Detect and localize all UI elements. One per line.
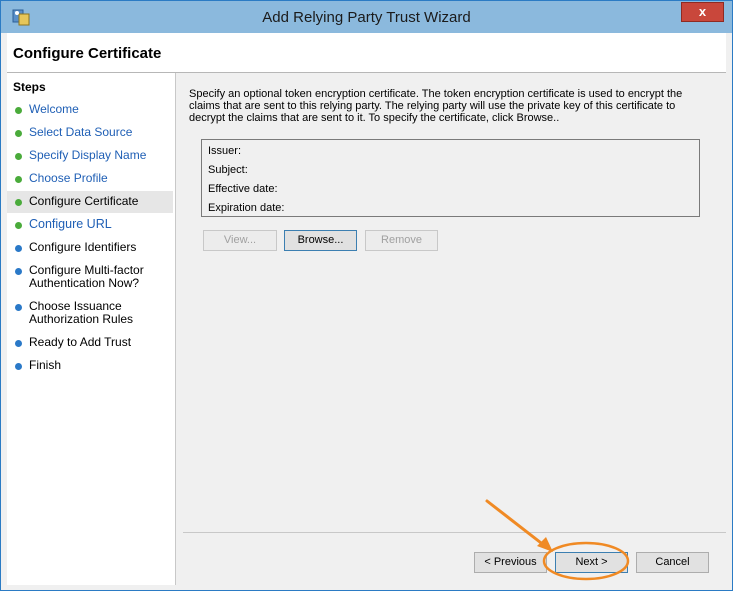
- pending-status-icon: [15, 268, 22, 275]
- pending-status-icon: [15, 304, 22, 311]
- step-label: Select Data Source: [29, 125, 133, 139]
- title-bar: Add Relying Party Trust Wizard x: [1, 1, 732, 33]
- step-label: Choose Issuance Authorization Rules: [29, 299, 134, 326]
- close-button[interactable]: x: [681, 2, 724, 22]
- close-icon: x: [698, 4, 707, 19]
- step-specify-display-name[interactable]: Specify Display Name: [7, 145, 173, 167]
- step-welcome[interactable]: Welcome: [7, 99, 173, 121]
- footer-divider: [183, 532, 726, 533]
- certificate-info-box: Issuer: Subject: Effective date: Expirat…: [201, 139, 700, 217]
- steps-heading: Steps: [13, 80, 46, 94]
- description-text: Specify an optional token encryption cer…: [189, 88, 683, 124]
- cancel-button[interactable]: Cancel: [636, 552, 709, 573]
- step-configure-mfa: Configure Multi-factor Authentication No…: [7, 260, 173, 296]
- previous-button[interactable]: < Previous: [474, 552, 547, 573]
- complete-status-icon: [15, 130, 22, 137]
- current-status-icon: [15, 199, 22, 206]
- step-label: Finish: [29, 358, 62, 372]
- expiration-date-label: Expiration date:: [208, 202, 285, 214]
- pending-status-icon: [15, 363, 22, 370]
- step-finish: Finish: [7, 355, 173, 377]
- complete-status-icon: [15, 153, 22, 160]
- step-label: Ready to Add Trust: [29, 335, 132, 349]
- step-configure-certificate: Configure Certificate: [7, 191, 173, 213]
- step-label: Welcome: [29, 102, 79, 116]
- step-label: Configure Certificate: [29, 194, 139, 208]
- step-label: Configure URL: [29, 217, 112, 231]
- steps-panel: Steps Welcome Select Data Source Specify…: [7, 73, 176, 585]
- page-title: Configure Certificate: [13, 45, 162, 62]
- issuer-label: Issuer:: [208, 145, 242, 157]
- next-button[interactable]: Next >: [555, 552, 628, 573]
- step-configure-url[interactable]: Configure URL: [7, 214, 173, 236]
- complete-status-icon: [15, 222, 22, 229]
- step-choose-profile[interactable]: Choose Profile: [7, 168, 173, 190]
- pending-status-icon: [15, 340, 22, 347]
- page-header: Configure Certificate: [7, 33, 726, 73]
- step-label: Specify Display Name: [29, 148, 147, 162]
- step-label: Configure Identifiers: [29, 240, 137, 254]
- step-select-data-source[interactable]: Select Data Source: [7, 122, 173, 144]
- complete-status-icon: [15, 176, 22, 183]
- view-button[interactable]: View...: [203, 230, 277, 251]
- window-title: Add Relying Party Trust Wizard: [262, 9, 471, 26]
- step-ready-to-add-trust: Ready to Add Trust: [7, 332, 173, 354]
- step-configure-identifiers: Configure Identifiers: [7, 237, 173, 259]
- effective-date-label: Effective date:: [208, 183, 278, 195]
- pending-status-icon: [15, 245, 22, 252]
- step-choose-issuance-rules: Choose Issuance Authorization Rules: [7, 296, 173, 332]
- remove-button[interactable]: Remove: [365, 230, 438, 251]
- step-label: Choose Profile: [29, 171, 108, 185]
- step-label: Configure Multi-factor Authentication No…: [29, 263, 144, 290]
- content-panel: Specify an optional token encryption cer…: [177, 73, 726, 585]
- wizard-window: Add Relying Party Trust Wizard x Configu…: [0, 0, 733, 591]
- subject-label: Subject:: [208, 164, 248, 176]
- complete-status-icon: [15, 107, 22, 114]
- browse-button[interactable]: Browse...: [284, 230, 357, 251]
